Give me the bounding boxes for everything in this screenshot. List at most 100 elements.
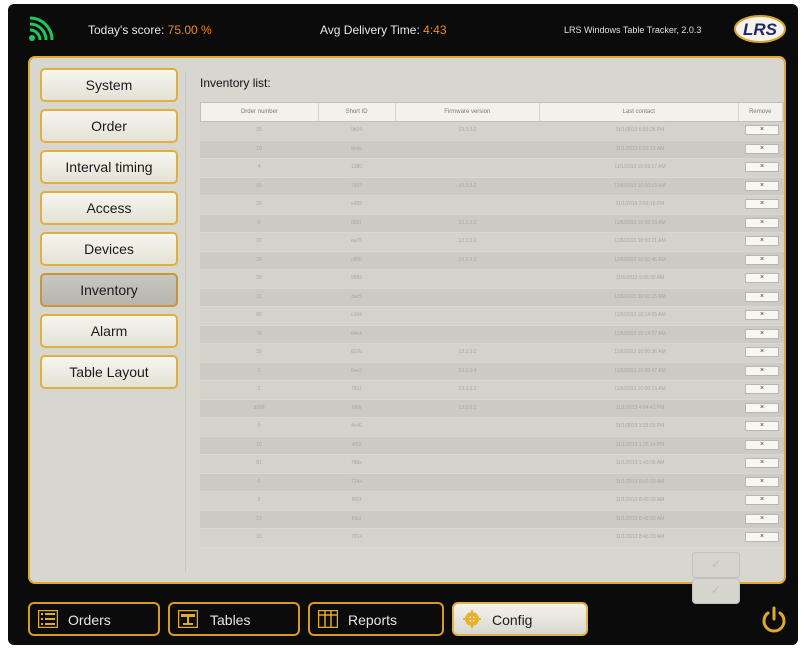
short-id-cell: 1380: [350, 164, 363, 170]
nav-inventory[interactable]: Inventory: [40, 273, 178, 307]
nav-access[interactable]: Access: [40, 191, 178, 225]
remove-button[interactable]: ×: [745, 162, 779, 172]
table-row[interactable]: 81 786e 11/1/2013 1:43:05 AM ×: [200, 455, 784, 474]
table-row[interactable]: 4 1380 11/1/2013 10:59:17 AM ×: [200, 159, 784, 178]
remove-cell: ×: [740, 270, 784, 288]
table-row[interactable]: 1 6ee3 13.3.3.4 11/6/2013 10:00:47 AM ×: [200, 362, 784, 381]
short-id-cell: 714a: [350, 478, 363, 485]
order-number-cell: 6: [257, 478, 261, 485]
reports-button[interactable]: Reports: [308, 602, 444, 636]
order-number-cell: 1: [257, 367, 261, 374]
table-row[interactable]: 31 7903 13.3.3.2 11/6/2013 10:00:19 AM ×: [200, 177, 784, 196]
table-row[interactable]: 6 714a 11/1/2013 8:43:33 AM ×: [200, 473, 784, 492]
remove-button[interactable]: ×: [745, 458, 779, 468]
table-row[interactable]: 80 c104 11/6/2013 10:14:55 AM ×: [200, 307, 784, 326]
table-row[interactable]: 2 7811 13.3.3.2 11/6/2013 10:00:13 AM ×: [200, 381, 784, 400]
nav-order[interactable]: Order: [40, 109, 178, 143]
orders-button[interactable]: Orders: [28, 602, 160, 636]
remove-button[interactable]: ×: [745, 310, 779, 320]
table-row[interactable]: 19 9ede 11/1/2013 6:53:13 AM ×: [200, 140, 784, 159]
remove-cell: ×: [740, 141, 784, 159]
table-row[interactable]: 33 e905 11/1/2013 2:59:16 PM ×: [200, 196, 784, 215]
signal-icon: [29, 16, 54, 41]
remove-button[interactable]: ×: [745, 236, 779, 246]
remove-button[interactable]: ×: [745, 402, 779, 413]
remove-button[interactable]: ×: [745, 495, 779, 505]
app-window: Today's score: 75.00 % Avg Delivery Time…: [8, 4, 798, 645]
lrs-logo: LRS: [734, 15, 786, 43]
remove-button[interactable]: ×: [745, 421, 779, 431]
remove-button[interactable]: ×: [745, 532, 779, 542]
firmware-cell: 13.3.3.2: [458, 256, 477, 263]
last-contact-cell: 11/6/2013 10:00:46 AM: [614, 256, 666, 263]
order-number-cell: 26: [256, 256, 262, 263]
remove-cell: ×: [740, 122, 784, 140]
nav-interval-timing[interactable]: Interval timing: [40, 150, 178, 184]
order-number-cell: 81: [256, 460, 262, 466]
avg-label: Avg Delivery Time:: [320, 23, 420, 37]
table-row[interactable]: 26 c850 13.3.3.2 11/6/2013 10:00:46 AM ×: [200, 251, 784, 270]
remove-button[interactable]: ×: [745, 439, 779, 450]
remove-button[interactable]: ×: [745, 254, 779, 265]
remove-button[interactable]: ×: [745, 291, 779, 302]
table-row[interactable]: 13 6fb3 11/1/2013 8:43:33 AM ×: [200, 510, 784, 529]
last-contact-cell: 11/6/2013 9:56:32 AM: [615, 275, 665, 281]
divider: [185, 72, 186, 572]
remove-button[interactable]: ×: [745, 347, 779, 357]
firmware-cell: [395, 437, 540, 455]
table-row[interactable]: 35 9b34 13.3.3.2 11/1/2013 6:53:25 PM ×: [200, 122, 784, 141]
last-contact-cell: 11/6/2013 10:00:21 AM: [614, 238, 666, 244]
short-id-cell: 4c46: [351, 423, 362, 429]
table-row[interactable]: 11 3ec5 11/6/2013 10:00:15 AM ×: [200, 288, 784, 307]
nav-alarm[interactable]: Alarm: [40, 314, 178, 348]
table-row[interactable]: 9999 6f6b 13.3.3.2 11/1/2013 4:04:41 PM ×: [200, 399, 784, 418]
table-row[interactable]: 37 ea76 13.3.3.2 11/6/2013 10:00:21 AM ×: [200, 233, 784, 252]
table-row[interactable]: 18 4f50 11/1/2013 1:25:14 PM ×: [200, 436, 784, 455]
remove-button[interactable]: ×: [745, 384, 779, 394]
table-row[interactable]: 78 64c4 11/6/2013 10:14:57 AM ×: [200, 325, 784, 344]
config-nav: System Order Interval timing Access Devi…: [40, 68, 178, 396]
nav-devices[interactable]: Devices: [40, 232, 178, 266]
score-label: Today's score:: [88, 23, 165, 37]
table-row[interactable]: 9 6f33 11/1/2013 8:43:33 AM ×: [200, 492, 784, 511]
short-id-cell: 3ec5: [351, 293, 362, 300]
table-row[interactable]: 15 7914 11/1/2013 8:43:33 AM ×: [200, 529, 784, 548]
remove-button[interactable]: ×: [745, 143, 779, 154]
remove-button[interactable]: ×: [745, 199, 779, 209]
order-number-cell: 4: [257, 164, 261, 170]
table-row[interactable]: 6 6551 13.3.3.2 11/6/2013 10:00:13 AM ×: [200, 214, 784, 233]
table-row[interactable]: 39 9683 11/6/2013 9:56:32 AM ×: [200, 270, 784, 289]
order-number-cell: 15: [256, 534, 262, 540]
remove-button[interactable]: ×: [745, 513, 779, 524]
col-last-contact[interactable]: Last contact: [540, 103, 739, 121]
remove-button[interactable]: ×: [745, 328, 779, 339]
remove-button[interactable]: ×: [745, 125, 779, 135]
ok-button-1[interactable]: ✓: [692, 552, 740, 578]
last-contact-cell: 11/6/2013 10:14:57 AM: [614, 330, 666, 337]
order-number-cell: 78: [256, 330, 262, 337]
col-order-number[interactable]: Order number: [201, 103, 319, 121]
col-remove: Remove: [739, 103, 783, 121]
remove-button[interactable]: ×: [745, 365, 779, 376]
remove-button[interactable]: ×: [745, 180, 779, 191]
table-row[interactable]: 5 4c46 11/1/2013 3:33:53 PM ×: [200, 418, 784, 437]
config-button[interactable]: Config: [452, 602, 588, 636]
today-score: Today's score: 75.00 %: [88, 23, 212, 37]
table-row[interactable]: 39 837b 13.3.3.2 11/6/2013 10:00:36 AM ×: [200, 344, 784, 363]
remove-button[interactable]: ×: [745, 273, 779, 283]
col-firmware-version[interactable]: Firmware version: [396, 103, 540, 121]
nav-table-layout[interactable]: Table Layout: [40, 355, 178, 389]
firmware-cell: [395, 196, 540, 214]
tables-button[interactable]: Tables: [168, 602, 300, 636]
last-contact-cell: 11/1/2013 6:53:25 PM: [615, 127, 665, 133]
remove-button[interactable]: ×: [745, 476, 779, 487]
power-icon[interactable]: [760, 606, 788, 634]
table-icon: [178, 610, 198, 628]
nav-system[interactable]: System: [40, 68, 178, 102]
remove-button[interactable]: ×: [745, 217, 779, 228]
firmware-cell: 13.3.3.2: [458, 404, 477, 411]
col-short-id[interactable]: Short ID: [319, 103, 396, 121]
order-number-cell: 9: [257, 497, 261, 503]
firmware-cell: [395, 492, 540, 510]
inventory-table[interactable]: Order number Short ID Firmware version L…: [200, 102, 784, 548]
